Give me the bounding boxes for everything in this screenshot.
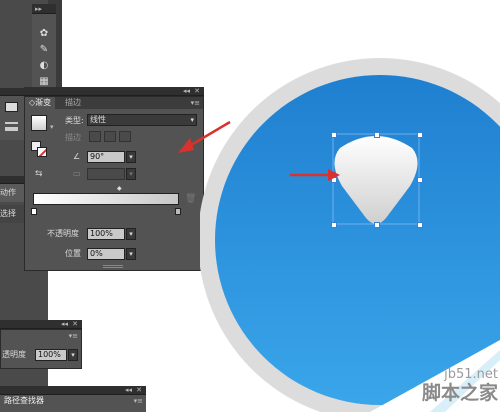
tab-pathfinder-label: 路径查找器 (4, 396, 44, 405)
transparency-opacity-dropdown[interactable]: ▾ (68, 349, 78, 361)
actions-tab[interactable]: 动作 (0, 184, 24, 202)
delete-stop-icon[interactable]: 🗑 (185, 194, 196, 204)
watermark-site: jb51.net (444, 367, 498, 382)
opacity-value: 100% (90, 229, 113, 238)
color-stop-left[interactable] (31, 208, 37, 215)
selection-handle-bottom-left[interactable] (331, 222, 337, 228)
opacity-input[interactable]: 100% (87, 228, 125, 240)
side-panel (0, 96, 24, 140)
stroke-option-2[interactable] (104, 131, 116, 142)
watermark: jb51.net 脚本之家 (400, 368, 498, 410)
stroke-label: 描边 (65, 133, 81, 142)
gradient-panel: ◇渐变 描边 ▾≡ ▾ ⇆ 类型: 线性 ▾ 描边 ∠ 90° ▾ ▭ ▾ ◆ … (24, 96, 204, 271)
transparency-panel: ▾≡ 透明度 100% ▾ (0, 329, 82, 369)
actions-tab-label: 动作 (0, 188, 16, 197)
collapse-icon[interactable]: ▸▸ (35, 5, 42, 13)
gradient-preview-swatch[interactable] (31, 115, 47, 131)
selection-handle-bottom[interactable] (374, 222, 380, 228)
pathfinder-panel-header[interactable]: ◂◂ ✕ (0, 386, 146, 395)
transparency-opacity-value: 100% (38, 350, 61, 359)
opacity-dropdown[interactable]: ▾ (126, 228, 136, 240)
angle-icon: ∠ (73, 152, 81, 161)
pathfinder-panel: 路径查找器 ▾≡ (0, 395, 146, 412)
swatch-dropdown-icon[interactable]: ▾ (50, 123, 54, 131)
panel-menu-icon[interactable]: ▾≡ (191, 99, 200, 107)
type-label: 类型: (65, 116, 84, 125)
symbol-sprayer-icon[interactable]: ✿ (37, 28, 51, 40)
pathfinder-menu-icon[interactable]: ▾≡ (134, 397, 143, 405)
tab-pathfinder[interactable]: 路径查找器 (0, 395, 48, 408)
midpoint-diamond-icon[interactable]: ◆ (117, 185, 122, 192)
select-tab-label: 选择 (0, 209, 16, 218)
gradient-slider-bar[interactable] (33, 193, 179, 205)
color-stop-right[interactable] (175, 208, 181, 215)
pathfinder-collapse-icon[interactable]: ◂◂ (125, 386, 132, 394)
transparency-opacity-label: 透明度 (2, 350, 26, 359)
transparency-close-icon[interactable]: ✕ (72, 320, 78, 328)
location-label: 位置 (65, 249, 81, 258)
gradient-tabs-row: ◇渐变 描边 ▾≡ (25, 97, 203, 109)
selection-handle-top[interactable] (374, 132, 380, 138)
stroke-option-1[interactable] (89, 131, 101, 142)
menu-icon[interactable] (5, 122, 18, 131)
selection-handle-top-right[interactable] (417, 132, 423, 138)
side-panel-header[interactable] (0, 88, 24, 96)
transparency-opacity-input[interactable]: 100% (35, 349, 67, 361)
opacity-label: 不透明度 (47, 229, 79, 238)
location-dropdown[interactable]: ▾ (126, 248, 136, 260)
chevron-down-icon: ▾ (190, 116, 194, 124)
aspect-icon: ▭ (73, 169, 81, 178)
blend-icon[interactable]: ◐ (37, 60, 51, 72)
aspect-input[interactable] (87, 168, 125, 180)
transparency-panel-header[interactable]: ◂◂ ✕ (0, 320, 82, 329)
aspect-dropdown[interactable]: ▾ (126, 168, 136, 180)
artwork-canvas (200, 58, 500, 412)
type-select[interactable]: 线性 ▾ (87, 114, 197, 126)
resize-grip[interactable] (103, 265, 123, 268)
reverse-gradient-icon[interactable]: ⇆ (35, 169, 43, 179)
panel-collapse-icon[interactable]: ◂◂ (183, 87, 190, 95)
swatch-icon[interactable] (5, 102, 18, 112)
pathfinder-close-icon[interactable]: ✕ (136, 386, 142, 394)
watermark-name: 脚本之家 (421, 382, 498, 404)
location-input[interactable]: 0% (87, 248, 125, 260)
angle-value: 90° (90, 152, 105, 161)
stroke-option-3[interactable] (119, 131, 131, 142)
selection-handle-left[interactable] (331, 177, 337, 183)
selection-handle-right[interactable] (417, 177, 423, 183)
type-value: 线性 (90, 115, 106, 124)
tools-panel-header[interactable]: ▸▸ (32, 4, 56, 14)
selection-handle-bottom-right[interactable] (417, 222, 423, 228)
tab-gradient[interactable]: ◇渐变 (25, 97, 56, 109)
tab-gradient-label: 渐变 (35, 98, 52, 107)
select-tab[interactable]: 选择 (0, 205, 24, 223)
angle-dropdown[interactable]: ▾ (126, 151, 136, 163)
actions-panel-header[interactable] (0, 176, 24, 184)
gradient-panel-header[interactable]: ◂◂ ✕ (24, 87, 204, 96)
stroke-none-icon[interactable] (37, 147, 47, 157)
tab-stroke[interactable]: 描边 (61, 97, 85, 109)
transparency-collapse-icon[interactable]: ◂◂ (61, 320, 68, 328)
eyedropper-icon[interactable]: ✎ (37, 44, 51, 56)
selection-handle-top-left[interactable] (331, 132, 337, 138)
angle-input[interactable]: 90° (87, 151, 125, 163)
tab-stroke-label: 描边 (65, 98, 81, 107)
transparency-menu-icon[interactable]: ▾≡ (69, 332, 78, 340)
location-value: 0% (90, 249, 103, 258)
tools-panel: ✿ ✎ ◐ ▦ (32, 14, 56, 94)
